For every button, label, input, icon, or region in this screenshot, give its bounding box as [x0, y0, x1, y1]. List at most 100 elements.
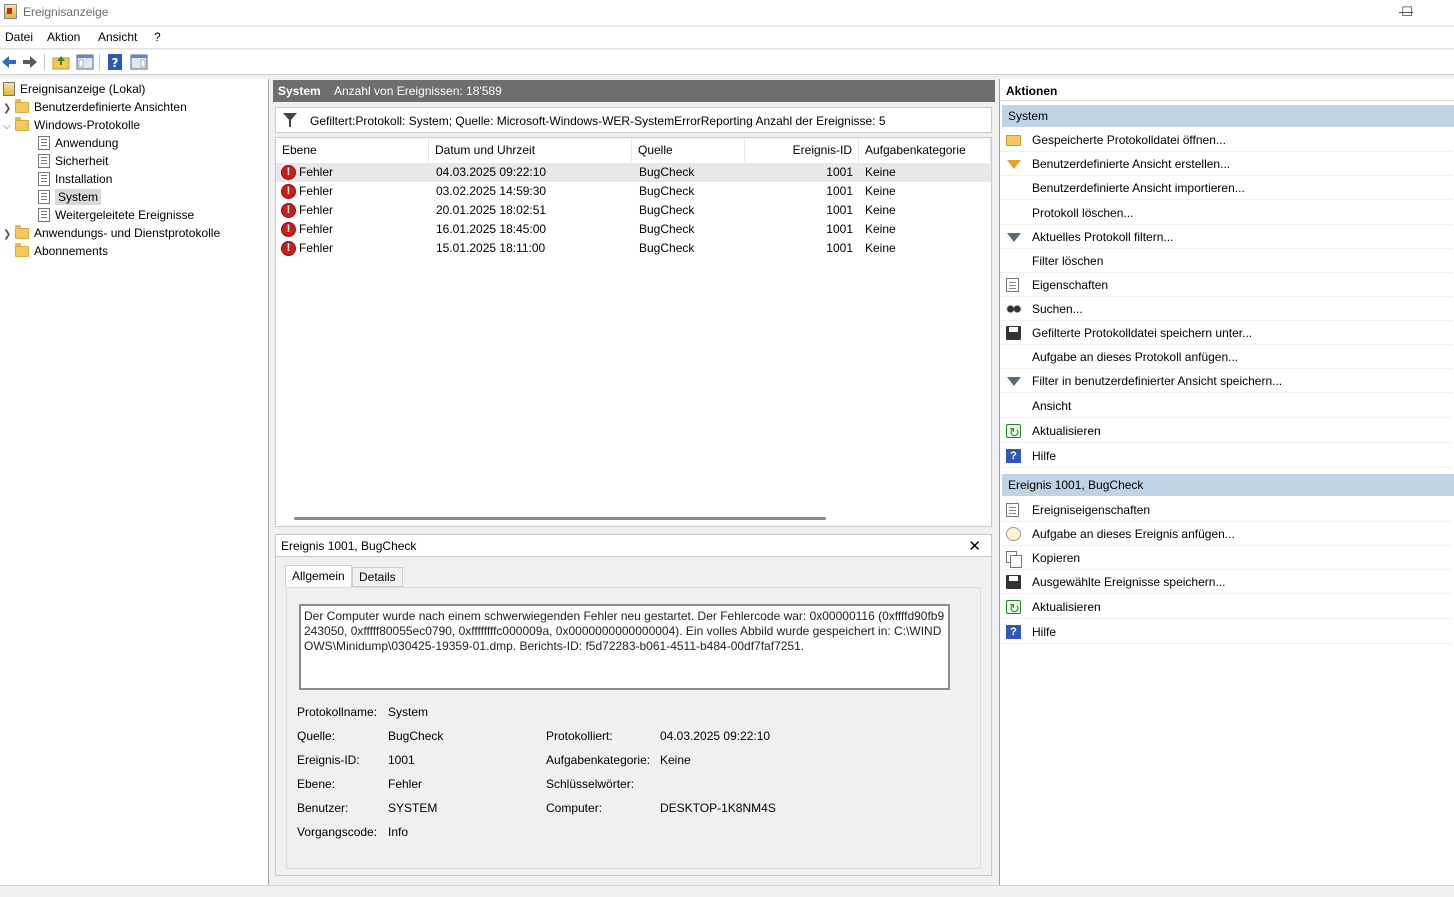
- task-icon: [1006, 527, 1021, 541]
- column-header-event-id[interactable]: Ereignis-ID: [745, 138, 859, 162]
- filter-save-icon: [1007, 377, 1021, 386]
- chevron-down-icon[interactable]: ⌵: [3, 118, 15, 135]
- error-icon: !: [281, 165, 296, 180]
- menu-action[interactable]: Aktion: [47, 30, 80, 44]
- help-icon[interactable]: ?: [106, 53, 124, 71]
- tree-item-app-service-logs[interactable]: ❯ Anwendungs- und Dienstprotokolle: [3, 225, 220, 242]
- action-copy[interactable]: Kopieren: [1000, 546, 1452, 570]
- cell-datetime: 03.02.2025 14:59:30: [436, 184, 547, 198]
- action-properties[interactable]: Eigenschaften: [1000, 273, 1452, 297]
- back-arrow-icon[interactable]: [0, 53, 18, 71]
- menu-view[interactable]: Ansicht: [98, 30, 137, 44]
- action-clear-log[interactable]: Protokoll löschen...: [1000, 201, 1452, 225]
- action-attach-task-to-event[interactable]: Aufgabe an dieses Ereignis anfügen...: [1000, 522, 1452, 546]
- action-open-saved-log[interactable]: Gespeicherte Protokolldatei öffnen...: [1000, 128, 1452, 152]
- tree-item-system[interactable]: System: [38, 189, 102, 206]
- table-row[interactable]: ! Fehler 04.03.2025 09:22:10 BugCheck 10…: [276, 163, 991, 182]
- cell-level: Fehler: [299, 165, 334, 179]
- actions-section-system[interactable]: System: [1002, 105, 1454, 127]
- tab-general[interactable]: Allgemein: [285, 565, 352, 588]
- action-save-selected-events[interactable]: Ausgewählte Ereignisse speichern...: [1000, 570, 1452, 594]
- action-find[interactable]: Suchen...: [1000, 297, 1452, 321]
- error-icon: !: [281, 222, 296, 237]
- tree-item-setup[interactable]: Installation: [38, 171, 112, 188]
- cell-category: Keine: [865, 222, 896, 236]
- up-folder-icon[interactable]: [52, 53, 70, 71]
- action-help-event[interactable]: ? Hilfe: [1000, 620, 1452, 644]
- tree-item-subscriptions[interactable]: Abonnements: [15, 243, 108, 260]
- tree-item-forwarded-events[interactable]: Weitergeleitete Ereignisse: [38, 207, 194, 224]
- action-event-properties[interactable]: Ereigniseigenschaften: [1000, 498, 1452, 522]
- detail-header: Ereignis 1001, BugCheck ✕: [276, 535, 991, 557]
- action-save-filter-to-custom-view[interactable]: Filter in benutzerdefinierter Ansicht sp…: [1000, 369, 1452, 393]
- column-header-source[interactable]: Quelle: [632, 138, 745, 162]
- open-folder-icon: [1006, 135, 1021, 146]
- cell-level: Fehler: [299, 184, 334, 198]
- cell-level: Fehler: [299, 241, 334, 255]
- table-row[interactable]: ! Fehler 16.01.2025 18:45:00 BugCheck 10…: [276, 220, 991, 239]
- label-log-name: Protokollname:: [297, 705, 378, 719]
- action-refresh[interactable]: Aktualisieren: [1000, 419, 1452, 445]
- close-icon[interactable]: ✕: [968, 537, 981, 555]
- table-row[interactable]: ! Fehler 15.01.2025 18:11:00 BugCheck 10…: [276, 239, 991, 258]
- log-icon: [38, 208, 50, 222]
- filter-icon: [283, 113, 297, 127]
- value-source: BugCheck: [388, 729, 444, 743]
- tree-item-application[interactable]: Anwendung: [38, 135, 118, 152]
- value-log-name: System: [388, 705, 429, 719]
- cell-event-id: 1001: [826, 203, 853, 217]
- value-logged: 04.03.2025 09:22:10: [660, 729, 771, 743]
- action-attach-task-to-log[interactable]: Aufgabe an dieses Protokoll anfügen...: [1000, 345, 1452, 369]
- log-title: System: [278, 84, 321, 98]
- maximize-button[interactable]: ☐: [1389, 0, 1425, 25]
- show-hide-action-pane-icon[interactable]: [130, 53, 148, 71]
- value-event-id: 1001: [388, 753, 415, 767]
- folder-icon: [15, 117, 29, 131]
- copy-icon: [1006, 551, 1022, 568]
- table-row[interactable]: ! Fehler 03.02.2025 14:59:30 BugCheck 10…: [276, 182, 991, 201]
- value-computer: DESKTOP-1K8NM4S: [660, 801, 776, 815]
- cell-source: BugCheck: [639, 165, 695, 179]
- column-header-task-category[interactable]: Aufgabenkategorie: [859, 138, 991, 162]
- action-clear-filter[interactable]: Filter löschen: [1000, 249, 1452, 273]
- action-filter-current-log[interactable]: Aktuelles Protokoll filtern...: [1000, 225, 1452, 249]
- chevron-right-icon[interactable]: ❯: [3, 100, 15, 117]
- horizontal-scrollbar[interactable]: [294, 517, 826, 520]
- cell-source: BugCheck: [639, 222, 695, 236]
- log-icon: [38, 172, 50, 186]
- event-description[interactable]: Der Computer wurde nach einem schwerwieg…: [299, 604, 950, 690]
- action-refresh-event[interactable]: Aktualisieren: [1000, 595, 1452, 621]
- chevron-right-icon[interactable]: ❯: [3, 226, 15, 243]
- actions-title: Aktionen: [1000, 81, 1454, 101]
- table-row[interactable]: ! Fehler 20.01.2025 18:02:51 BugCheck 10…: [276, 201, 991, 220]
- folder-icon: [15, 99, 29, 113]
- tree-item-root[interactable]: Ereignisanzeige (Lokal): [3, 81, 145, 98]
- show-hide-tree-icon[interactable]: [76, 53, 94, 71]
- action-view[interactable]: Ansicht: [1000, 394, 1452, 418]
- menu-help[interactable]: ?: [154, 30, 161, 44]
- help-icon: ?: [1006, 449, 1021, 463]
- tree-item-security[interactable]: Sicherheit: [38, 153, 108, 170]
- action-help[interactable]: ? Hilfe: [1000, 444, 1452, 468]
- event-list: Ebene Datum und Uhrzeit Quelle Ereignis-…: [275, 137, 992, 527]
- cell-datetime: 16.01.2025 18:45:00: [436, 222, 547, 236]
- cell-datetime: 15.01.2025 18:11:00: [436, 241, 546, 255]
- cell-datetime: 20.01.2025 18:02:51: [436, 203, 547, 217]
- action-save-filtered-log[interactable]: Gefilterte Protokolldatei speichern unte…: [1000, 321, 1452, 345]
- tree-item-custom-views[interactable]: ❯ Benutzerdefinierte Ansichten: [3, 99, 187, 116]
- error-icon: !: [281, 203, 296, 218]
- actions-section-event[interactable]: Ereignis 1001, BugCheck: [1002, 474, 1454, 496]
- forward-arrow-icon[interactable]: [21, 53, 39, 71]
- cell-source: BugCheck: [639, 241, 695, 255]
- tab-details[interactable]: Details: [352, 567, 403, 587]
- column-header-level[interactable]: Ebene: [276, 138, 429, 162]
- column-header-datetime[interactable]: Datum und Uhrzeit: [429, 138, 632, 162]
- list-header: System Anzahl von Ereignissen: 18'589: [273, 80, 995, 102]
- action-create-custom-view[interactable]: Benutzerdefinierte Ansicht erstellen...: [1000, 152, 1452, 176]
- menu-file[interactable]: Datei: [5, 30, 33, 44]
- tree-item-windows-logs[interactable]: ⌵ Windows-Protokolle: [3, 117, 140, 134]
- help-icon: ?: [1006, 625, 1021, 639]
- event-viewer-icon: [3, 82, 15, 96]
- action-import-custom-view[interactable]: Benutzerdefinierte Ansicht importieren..…: [1000, 176, 1452, 200]
- menu-bar: Datei Aktion Ansicht ?: [0, 27, 1454, 49]
